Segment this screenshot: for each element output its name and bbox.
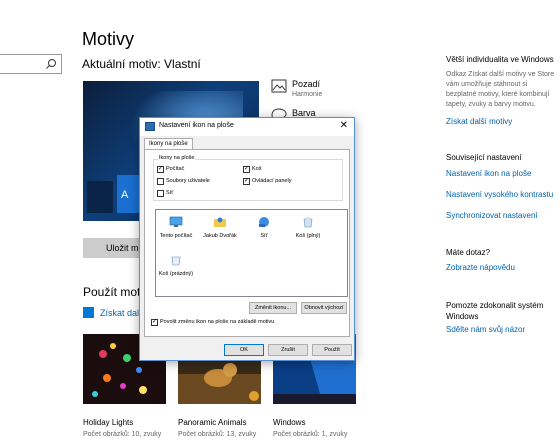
checkbox-checked-icon: ✓ — [157, 166, 164, 173]
checkbox-allow-themes[interactable]: ✓ Povolit změnu ikon na ploše na základě … — [151, 319, 274, 326]
desktop-icon-settings-link[interactable]: Nastavení ikon na ploše — [446, 169, 531, 178]
checkbox-user-files[interactable]: Soubory uživatele — [157, 178, 210, 185]
icon-item-network[interactable]: Síť — [242, 216, 286, 239]
checkbox-label: Ovládací panely — [252, 178, 292, 184]
checkbox-label: Síť — [166, 190, 174, 196]
sync-settings-link[interactable]: Synchronizovat nastavení — [446, 211, 538, 220]
background-setting-value: Harmonie — [292, 91, 323, 98]
icon-label: Koš (plný) — [295, 233, 321, 239]
desktop-icon-list[interactable]: Tento počítač Jakub Dvořák Síť Koš (plný… — [155, 209, 348, 297]
theme-details: Počet obrázků: 13, zvuky — [178, 431, 257, 438]
network-icon — [259, 217, 269, 227]
user-folder-icon — [214, 217, 226, 227]
tab-panel: Ikony na ploše ✓ Počítač ✓ Koš Soubory uži… — [144, 149, 350, 337]
improve-heading: Pomozte zdokonalit systém Windows — [446, 301, 544, 321]
checkbox-recycle-bin[interactable]: ✓ Koš — [243, 166, 261, 173]
checkbox-unchecked-icon — [157, 178, 164, 185]
icon-item-user-files[interactable]: Jakub Dvořák — [198, 216, 242, 239]
recycle-bin-empty-icon — [171, 256, 181, 266]
icon-item-recycle-bin-empty[interactable]: Koš (prázdný) — [154, 254, 198, 277]
theme-name: Holiday Lights — [83, 418, 134, 427]
group-label: Ikony na ploše — [158, 155, 196, 161]
desktop-icon — [145, 122, 155, 131]
checkbox-control-panel[interactable]: ✓ Ovládací panely — [243, 178, 291, 185]
icon-item-this-pc[interactable]: Tento počítač — [154, 216, 198, 239]
dialog-title: Nastavení ikon na ploše — [159, 122, 234, 129]
more-description: Odkaz Získat další motivy ve Store vám u… — [446, 71, 555, 108]
question-heading: Máte dotaz? — [446, 248, 491, 257]
ok-button[interactable]: OK — [224, 344, 264, 356]
dialog-titlebar[interactable]: Nastavení ikon na ploše ✕ — [140, 118, 354, 136]
restore-default-button[interactable]: Obnovit výchozí — [301, 302, 347, 314]
checkbox-checked-icon: ✓ — [243, 178, 250, 185]
checkbox-checked-icon: ✓ — [151, 319, 158, 326]
icon-label: Jakub Dvořák — [203, 233, 237, 239]
computer-icon — [169, 216, 183, 227]
theme-details: Počet obrázků: 10, zvuky — [83, 431, 162, 438]
related-settings-heading: Související nastavení — [446, 153, 522, 162]
recycle-bin-full-icon — [303, 217, 313, 228]
checkbox-label: Soubory uživatele — [166, 178, 210, 184]
get-more-themes-store-link[interactable]: Získat další motivy — [446, 117, 512, 126]
preview-start-tiles — [87, 181, 113, 213]
high-contrast-settings-link[interactable]: Nastavení vysokého kontrastu — [446, 190, 553, 199]
theme-name: Panoramic Animals — [178, 418, 247, 427]
checkbox-label: Počítač — [166, 166, 185, 172]
get-help-link[interactable]: Zobrazte nápovědu — [446, 263, 515, 272]
icon-label: Tento počítač — [159, 233, 193, 239]
search-icon — [46, 59, 56, 69]
background-icon — [271, 79, 287, 93]
search-input[interactable] — [0, 54, 62, 74]
cancel-button[interactable]: Zrušit — [268, 344, 308, 356]
page-title: Motivy — [82, 29, 135, 49]
close-icon[interactable]: ✕ — [340, 120, 348, 132]
icon-label: Koš (prázdný) — [158, 271, 194, 277]
more-heading: Větší individualita ve Windows — [446, 55, 554, 64]
background-setting-title[interactable]: Pozadí — [292, 79, 320, 89]
store-icon — [83, 307, 94, 318]
checkbox-checked-icon: ✓ — [243, 166, 250, 173]
checkbox-label: Koš — [252, 166, 262, 172]
change-icon-button[interactable]: Změnit ikonu... — [249, 302, 297, 314]
checkbox-label: Povolit změnu ikon na ploše na základě m… — [160, 319, 275, 325]
desktop-icon-settings-dialog: Nastavení ikon na ploše ✕ Ikony na ploše… — [139, 117, 355, 361]
checkbox-network[interactable]: Síť — [157, 190, 173, 197]
apply-button[interactable]: Použít — [312, 344, 352, 356]
icon-item-recycle-bin-full[interactable]: Koš (plný) — [286, 216, 330, 239]
theme-details: Počet obrázků: 1, zvuky — [273, 431, 348, 438]
current-theme-label: Aktuální motiv: Vlastní — [82, 57, 201, 71]
feedback-link[interactable]: Sdělte nám svůj názor — [446, 325, 525, 334]
icon-label: Síť — [260, 233, 268, 239]
checkbox-unchecked-icon — [157, 190, 164, 197]
theme-name: Windows — [273, 418, 306, 427]
checkbox-computer[interactable]: ✓ Počítač — [157, 166, 184, 173]
